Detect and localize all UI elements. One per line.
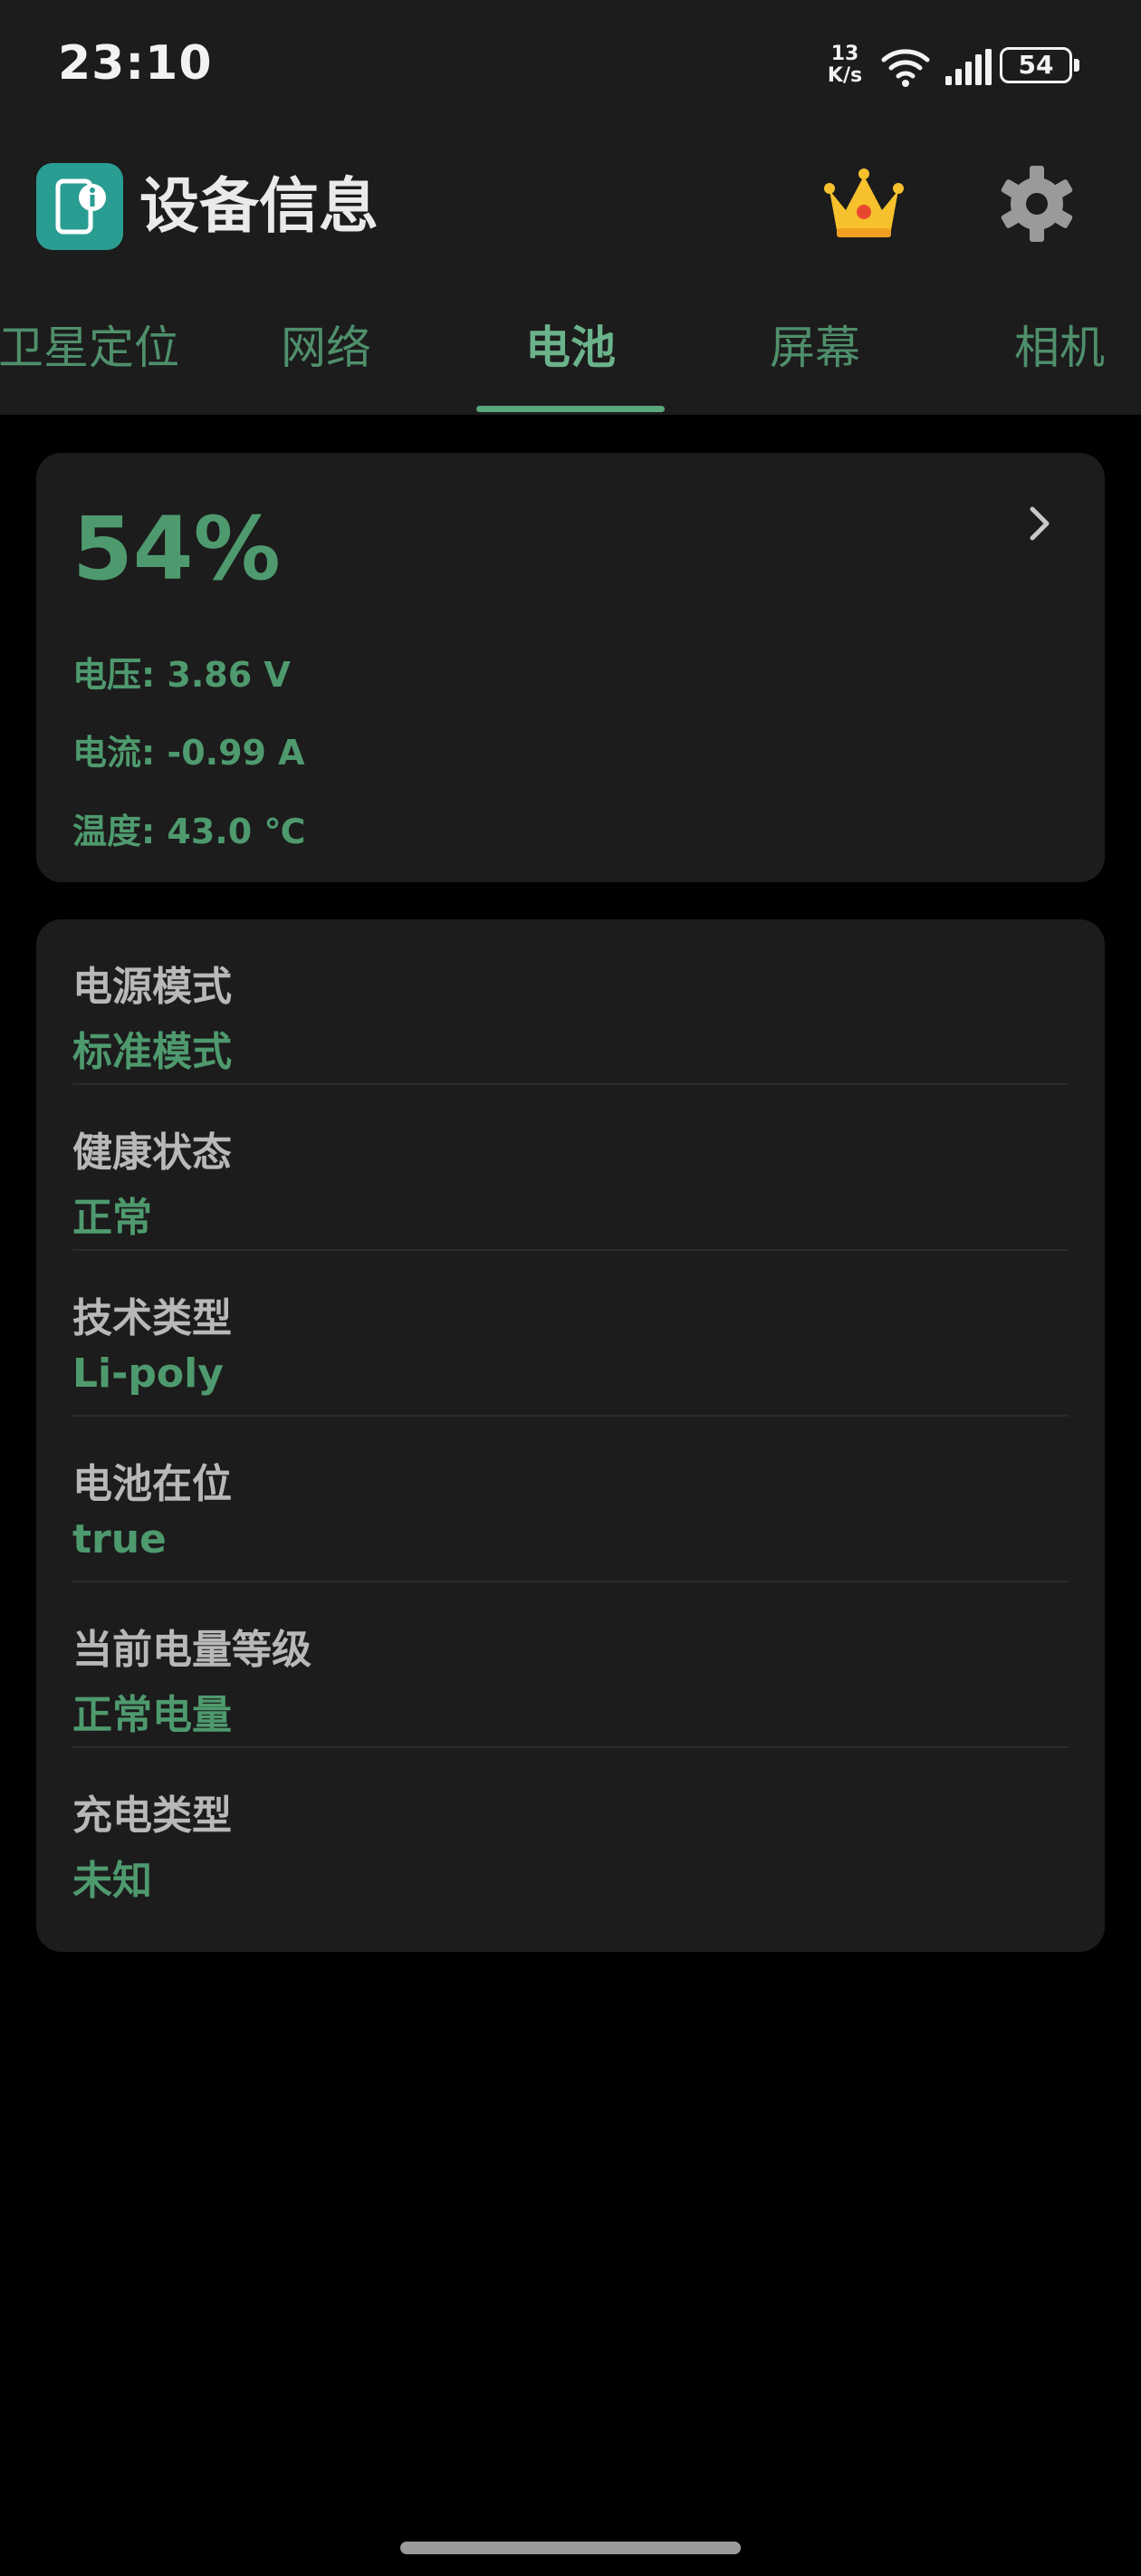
detail-label: 健康状态	[72, 1129, 232, 1176]
detail-label: 充电类型	[72, 1793, 232, 1839]
signal-icon	[945, 49, 992, 85]
app-logo-icon	[36, 163, 123, 250]
battery-level-text: 54	[1018, 50, 1054, 80]
tab-battery[interactable]: 电池	[480, 321, 661, 375]
detail-row-level-state: 当前电量等级 正常电量	[72, 1582, 1069, 1748]
battery-details-card: 电源模式 标准模式 健康状态 正常 技术类型 Li-poly 电池在位 true…	[36, 919, 1105, 1952]
gear-icon[interactable]	[996, 163, 1078, 245]
tab-indicator	[476, 406, 665, 412]
detail-label: 当前电量等级	[72, 1627, 312, 1673]
network-speed-unit: K/s	[827, 64, 863, 87]
detail-value: 正常	[72, 1195, 152, 1241]
status-time: 23:10	[58, 36, 213, 91]
chevron-right-icon[interactable]	[1023, 504, 1056, 543]
detail-row-technology: 技术类型 Li-poly	[72, 1251, 1069, 1417]
detail-label: 电源模式	[72, 964, 232, 1010]
wifi-icon	[881, 49, 930, 87]
tab-gnss[interactable]: 卫星定位	[0, 321, 188, 375]
tab-camera[interactable]: 相机	[969, 321, 1141, 375]
tab-display[interactable]: 屏幕	[724, 321, 906, 375]
battery-summary-card[interactable]: 54% 电压: 3.86 V 电流: -0.99 A 温度: 43.0 ℃	[36, 453, 1105, 882]
detail-label: 电池在位	[72, 1461, 232, 1507]
detail-row-power-mode: 电源模式 标准模式	[72, 919, 1069, 1085]
detail-value: 未知	[72, 1858, 152, 1904]
network-speed-value: 13	[830, 43, 859, 65]
detail-row-health: 健康状态 正常	[72, 1085, 1069, 1251]
battery-temperature: 温度: 43.0 ℃	[72, 812, 306, 851]
crown-icon[interactable]	[820, 159, 907, 246]
tab-bar: 卫星定位 网络 电池 屏幕 相机	[0, 299, 1141, 415]
detail-value: 正常电量	[72, 1692, 232, 1738]
network-speed: 13 K/s	[820, 43, 869, 87]
home-indicator[interactable]	[400, 2542, 741, 2554]
detail-value: true	[72, 1516, 167, 1562]
app-title: 设备信息	[139, 171, 379, 241]
detail-label: 技术类型	[72, 1295, 232, 1341]
battery-voltage: 电压: 3.86 V	[72, 655, 291, 695]
detail-row-charge-type: 充电类型 未知	[72, 1748, 1069, 1914]
detail-value: Li-poly	[72, 1350, 224, 1397]
app-bar: 23:10 13 K/s 54 设备信息 卫星定位 网络 电池 屏幕 相机	[0, 0, 1141, 415]
detail-row-present: 电池在位 true	[72, 1417, 1069, 1582]
detail-value: 标准模式	[72, 1029, 232, 1075]
battery-current: 电流: -0.99 A	[72, 733, 305, 773]
battery-level: 54%	[72, 498, 281, 600]
tab-network[interactable]: 网络	[235, 321, 417, 375]
battery-icon: 54	[1000, 47, 1083, 87]
